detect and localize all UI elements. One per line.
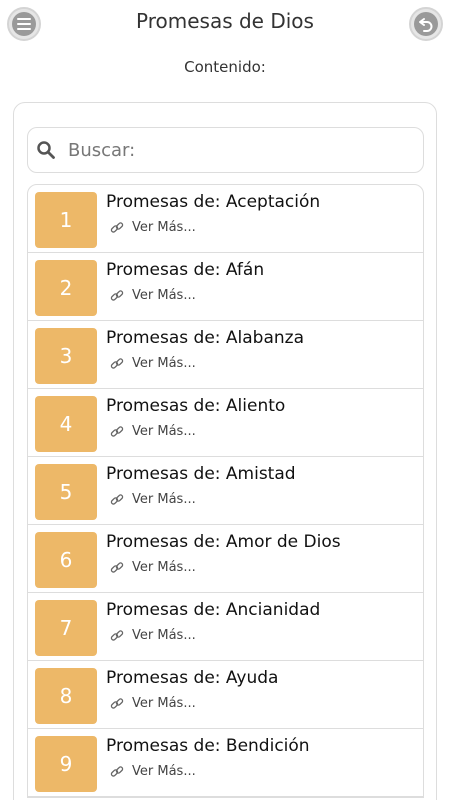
page-title: Promesas de Dios [136, 9, 314, 33]
link-icon [110, 561, 126, 575]
list-item[interactable]: 5 Promesas de: Amistad Ver Más... [28, 457, 423, 525]
see-more-link[interactable]: Ver Más... [110, 560, 196, 575]
see-more-label: Ver Más... [132, 288, 196, 303]
item-title: Promesas de: Amistad [106, 464, 296, 484]
content-panel: 1 Promesas de: Aceptación Ver Más... 2 P… [13, 102, 437, 800]
item-title: Promesas de: Alabanza [106, 328, 304, 348]
link-icon [110, 697, 126, 711]
item-number-badge: 2 [35, 260, 97, 316]
link-icon [110, 221, 126, 235]
link-icon [110, 357, 126, 371]
list-item[interactable]: 8 Promesas de: Ayuda Ver Más... [28, 661, 423, 729]
promise-list: 1 Promesas de: Aceptación Ver Más... 2 P… [27, 184, 424, 798]
item-title: Promesas de: Afán [106, 260, 265, 280]
see-more-link[interactable]: Ver Más... [110, 492, 196, 507]
list-item[interactable]: 2 Promesas de: Afán Ver Más... [28, 253, 423, 321]
see-more-label: Ver Más... [132, 696, 196, 711]
link-icon [110, 493, 126, 507]
link-icon [110, 765, 126, 779]
search-icon [36, 140, 56, 160]
item-title: Promesas de: Ayuda [106, 668, 279, 688]
header: Promesas de Dios [0, 0, 450, 50]
see-more-link[interactable]: Ver Más... [110, 764, 196, 779]
link-icon [110, 289, 126, 303]
item-title: Promesas de: Aceptación [106, 192, 321, 212]
link-icon [110, 425, 126, 439]
see-more-link[interactable]: Ver Más... [110, 424, 196, 439]
see-more-label: Ver Más... [132, 560, 196, 575]
see-more-link[interactable]: Ver Más... [110, 220, 196, 235]
app-screen: Promesas de Dios Contenido: 1 [0, 0, 450, 800]
item-number-badge: 6 [35, 532, 97, 588]
see-more-label: Ver Más... [132, 764, 196, 779]
item-title: Promesas de: Ancianidad [106, 600, 321, 620]
link-icon [110, 629, 126, 643]
list-item[interactable]: 1 Promesas de: Aceptación Ver Más... [28, 185, 423, 253]
see-more-link[interactable]: Ver Más... [110, 288, 196, 303]
see-more-label: Ver Más... [132, 492, 196, 507]
item-title: Promesas de: Bendición [106, 736, 310, 756]
see-more-link[interactable]: Ver Más... [110, 356, 196, 371]
list-item[interactable]: 6 Promesas de: Amor de Dios Ver Más... [28, 525, 423, 593]
item-number-badge: 5 [35, 464, 97, 520]
search-input[interactable] [66, 138, 390, 162]
see-more-link[interactable]: Ver Más... [110, 628, 196, 643]
item-title: Promesas de: Aliento [106, 396, 286, 416]
see-more-label: Ver Más... [132, 424, 196, 439]
list-item[interactable]: 9 Promesas de: Bendición Ver Más... [28, 729, 423, 797]
item-number-badge: 9 [35, 736, 97, 792]
back-button[interactable] [409, 7, 443, 41]
item-number-badge: 1 [35, 192, 97, 248]
back-icon [414, 12, 438, 36]
see-more-label: Ver Más... [132, 220, 196, 235]
list-item[interactable]: 3 Promesas de: Alabanza Ver Más... [28, 321, 423, 389]
item-number-badge: 8 [35, 668, 97, 724]
item-number-badge: 3 [35, 328, 97, 384]
item-title: Promesas de: Amor de Dios [106, 532, 341, 552]
search-bar[interactable] [27, 127, 424, 173]
see-more-link[interactable]: Ver Más... [110, 696, 196, 711]
see-more-label: Ver Más... [132, 356, 196, 371]
content-subtitle: Contenido: [184, 58, 266, 76]
see-more-label: Ver Más... [132, 628, 196, 643]
item-number-badge: 4 [35, 396, 97, 452]
list-item[interactable]: 4 Promesas de: Aliento Ver Más... [28, 389, 423, 457]
item-number-badge: 7 [35, 600, 97, 656]
list-item[interactable]: 7 Promesas de: Ancianidad Ver Más... [28, 593, 423, 661]
